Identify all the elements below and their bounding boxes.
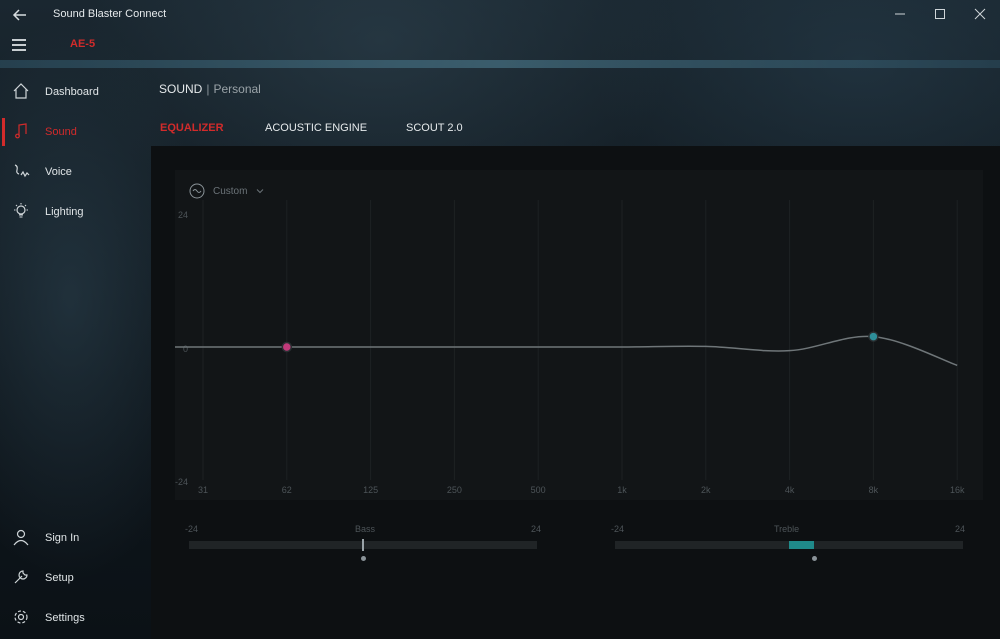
breadcrumb-profile: Personal bbox=[213, 82, 261, 96]
main-content: SOUND | Personal EQUALIZER ACOUSTIC ENGINE… bbox=[151, 68, 1000, 639]
breadcrumb: SOUND | Personal bbox=[159, 82, 261, 96]
lightbulb-icon bbox=[14, 203, 28, 218]
x-tick-label: 16k bbox=[950, 485, 965, 495]
breadcrumb-separator: | bbox=[206, 82, 210, 96]
bass-track[interactable] bbox=[189, 539, 537, 551]
treble-max-label: 24 bbox=[955, 524, 966, 534]
treble-fill bbox=[789, 541, 815, 549]
app-title: Sound Blaster Connect bbox=[53, 8, 167, 20]
sidebar-nav: Dashboard Sound Voice Lighting bbox=[0, 72, 150, 232]
eq-curve bbox=[175, 335, 958, 367]
close-icon[interactable] bbox=[972, 6, 988, 22]
nav-item-label: Sound bbox=[45, 126, 77, 138]
bass-indicator-dot bbox=[361, 556, 366, 561]
bass-max-label: 24 bbox=[531, 524, 542, 534]
eq-band-handle[interactable] bbox=[868, 331, 879, 342]
treble-label: Treble bbox=[774, 524, 800, 534]
nav-item-voice[interactable]: Voice bbox=[0, 152, 150, 192]
treble-indicator-dot bbox=[812, 556, 818, 561]
bass-thumb[interactable] bbox=[362, 539, 364, 551]
x-tick-label: 4k bbox=[785, 485, 795, 495]
home-icon bbox=[13, 83, 29, 99]
nav-item-lighting[interactable]: Lighting bbox=[0, 192, 150, 232]
hamburger-menu-icon[interactable] bbox=[12, 39, 26, 51]
equalizer-panel: Custom 24 0 -24 31 62 125 250 500 1k 2k 4k 8k 16k… bbox=[151, 146, 1000, 639]
x-tick-label: 500 bbox=[531, 485, 546, 495]
nav-item-sign-in[interactable]: Sign In bbox=[0, 518, 150, 558]
nav-item-label: Setup bbox=[45, 572, 74, 584]
nav-item-settings[interactable]: Settings bbox=[0, 598, 150, 638]
x-tick-label: 31 bbox=[198, 485, 208, 495]
voice-icon bbox=[14, 164, 30, 178]
tab-equalizer[interactable]: EQUALIZER bbox=[160, 122, 224, 134]
maximize-icon[interactable] bbox=[932, 6, 948, 22]
bass-min-label: -24 bbox=[185, 524, 199, 534]
nav-item-sound[interactable]: Sound bbox=[0, 112, 150, 152]
breadcrumb-section: SOUND bbox=[159, 82, 203, 96]
nav-item-setup[interactable]: Setup bbox=[0, 558, 150, 598]
minimize-icon[interactable] bbox=[892, 6, 908, 22]
gear-icon bbox=[14, 610, 28, 624]
equalizer-graph-area: Custom 24 0 -24 31 62 125 250 500 1k 2k 4k 8k 16k bbox=[175, 170, 983, 500]
nav-item-dashboard[interactable]: Dashboard bbox=[0, 72, 150, 112]
sidebar-bottom-nav: Sign In Setup Settings bbox=[0, 518, 150, 638]
nav-item-label: Voice bbox=[45, 166, 72, 178]
wrench-icon bbox=[14, 570, 28, 584]
device-name: AE-5 bbox=[70, 38, 96, 50]
treble-slider[interactable]: -24 Treble 24 bbox=[611, 524, 967, 564]
nav-item-label: Sign In bbox=[45, 532, 80, 544]
tab-acoustic-engine[interactable]: ACOUSTIC ENGINE bbox=[265, 122, 367, 134]
bass-label: Bass bbox=[355, 524, 376, 534]
header-band bbox=[0, 60, 1000, 68]
nav-item-label: Settings bbox=[45, 612, 85, 624]
treble-track[interactable] bbox=[615, 541, 963, 549]
x-tick-label: 2k bbox=[701, 485, 711, 495]
nav-item-label: Dashboard bbox=[45, 86, 99, 98]
bass-slider[interactable]: -24 Bass 24 bbox=[185, 524, 541, 564]
x-tick-label: 62 bbox=[282, 485, 292, 495]
x-tick-label: 250 bbox=[447, 485, 462, 495]
x-tick-label: 125 bbox=[363, 485, 378, 495]
nav-item-label: Lighting bbox=[45, 206, 84, 218]
eq-band-handle[interactable] bbox=[281, 341, 293, 353]
title-bar: Sound Blaster Connect bbox=[0, 0, 1000, 30]
x-tick-label: 8k bbox=[869, 485, 879, 495]
equalizer-curve-chart[interactable]: 31 62 125 250 500 1k 2k 4k 8k 16k bbox=[175, 170, 983, 500]
user-icon bbox=[13, 529, 29, 546]
treble-min-label: -24 bbox=[611, 524, 625, 534]
back-arrow-icon[interactable] bbox=[10, 5, 30, 25]
tab-scout[interactable]: SCOUT 2.0 bbox=[406, 122, 463, 134]
music-note-icon bbox=[15, 123, 27, 139]
x-tick-label: 1k bbox=[617, 485, 627, 495]
